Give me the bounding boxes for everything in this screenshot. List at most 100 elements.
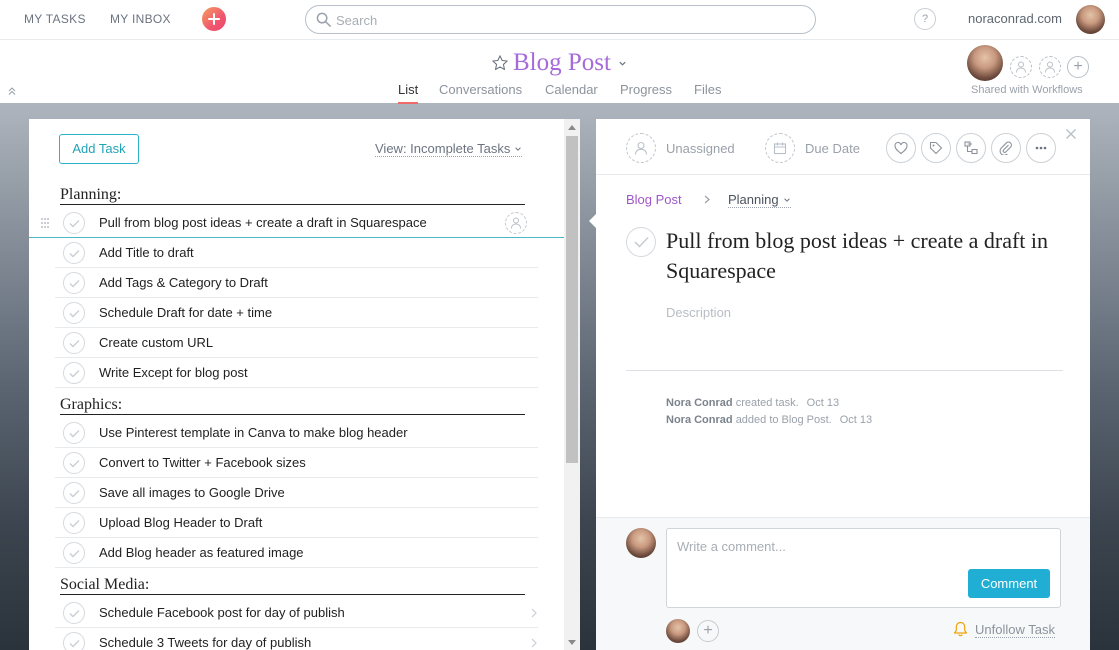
task-name[interactable]: Upload Blog Header to Draft bbox=[99, 515, 262, 530]
task-name[interactable]: Use Pinterest template in Canva to make … bbox=[99, 425, 408, 440]
task-row[interactable]: Save all images to Google Drive bbox=[55, 478, 538, 508]
task-checkbox[interactable] bbox=[63, 482, 85, 504]
unfollow-task-link[interactable]: Unfollow Task bbox=[975, 622, 1055, 638]
task-checkbox[interactable] bbox=[63, 362, 85, 384]
comment-button[interactable]: Comment bbox=[968, 569, 1050, 598]
assignee-avatar-placeholder[interactable] bbox=[626, 133, 656, 163]
quick-add-button[interactable] bbox=[202, 7, 226, 31]
breadcrumb-project[interactable]: Blog Post bbox=[626, 192, 682, 207]
add-task-button[interactable]: Add Task bbox=[59, 134, 139, 164]
tab-calendar[interactable]: Calendar bbox=[545, 82, 598, 97]
task-row[interactable]: Convert to Twitter + Facebook sizes bbox=[55, 448, 538, 478]
task-row[interactable]: Create custom URL bbox=[55, 328, 538, 358]
section-header[interactable]: Graphics: bbox=[60, 396, 525, 415]
task-list-panel: Add Task View: Incomplete Tasks Planning… bbox=[29, 119, 564, 650]
task-checkbox[interactable] bbox=[63, 602, 85, 624]
task-name[interactable]: Create custom URL bbox=[99, 335, 213, 350]
task-name[interactable]: Add Blog header as featured image bbox=[99, 545, 304, 560]
my-tasks-link[interactable]: MY TASKS bbox=[24, 12, 86, 26]
complete-task-checkbox[interactable] bbox=[626, 227, 656, 257]
project-title[interactable]: Blog Post bbox=[513, 49, 611, 77]
task-title[interactable]: Pull from blog post ideas + create a dra… bbox=[666, 226, 1066, 286]
scroll-thumb[interactable] bbox=[566, 136, 578, 463]
task-checkbox[interactable] bbox=[63, 542, 85, 564]
task-list-scrollbar[interactable] bbox=[564, 119, 580, 650]
search-icon bbox=[316, 12, 331, 27]
search-bar[interactable] bbox=[305, 5, 816, 34]
task-row[interactable]: Use Pinterest template in Canva to make … bbox=[55, 418, 538, 448]
section-header[interactable]: Social Media: bbox=[60, 576, 525, 595]
add-follower-button[interactable]: + bbox=[697, 620, 719, 642]
task-row[interactable]: Add Blog header as featured image bbox=[55, 538, 538, 568]
section-header[interactable]: Planning: bbox=[60, 186, 525, 205]
task-checkbox[interactable] bbox=[63, 242, 85, 264]
follower-avatar[interactable] bbox=[666, 619, 690, 643]
help-button[interactable]: ? bbox=[914, 8, 936, 30]
tab-conversations[interactable]: Conversations bbox=[439, 82, 522, 97]
tab-list[interactable]: List bbox=[398, 82, 419, 104]
empty-member-slot[interactable] bbox=[1039, 56, 1061, 78]
task-name[interactable]: Schedule 3 Tweets for day of publish bbox=[99, 635, 311, 650]
close-icon[interactable] bbox=[1065, 128, 1077, 140]
like-button[interactable] bbox=[886, 133, 916, 163]
task-name[interactable]: Convert to Twitter + Facebook sizes bbox=[99, 455, 306, 470]
drag-handle-icon[interactable] bbox=[39, 217, 51, 229]
task-row[interactable]: Pull from blog post ideas + create a dra… bbox=[29, 208, 564, 238]
comment-input[interactable] bbox=[677, 539, 957, 559]
task-checkbox[interactable] bbox=[63, 272, 85, 294]
assignee-field[interactable]: Unassigned bbox=[666, 141, 735, 156]
task-name[interactable]: Pull from blog post ideas + create a dra… bbox=[99, 215, 427, 230]
task-checkbox[interactable] bbox=[63, 512, 85, 534]
task-row[interactable]: Schedule 3 Tweets for day of publish bbox=[55, 628, 538, 650]
task-name[interactable]: Add Title to draft bbox=[99, 245, 194, 260]
chevron-down-icon[interactable] bbox=[618, 59, 627, 68]
scroll-down-arrow[interactable] bbox=[568, 640, 576, 645]
task-row[interactable]: Schedule Facebook post for day of publis… bbox=[55, 598, 538, 628]
due-date-placeholder[interactable] bbox=[765, 133, 795, 163]
task-name[interactable]: Schedule Draft for date + time bbox=[99, 305, 272, 320]
task-checkbox[interactable] bbox=[63, 452, 85, 474]
search-input[interactable] bbox=[336, 11, 796, 29]
story-date: Oct 13 bbox=[839, 414, 873, 426]
tab-files[interactable]: Files bbox=[694, 82, 721, 97]
story-actor[interactable]: Nora Conrad bbox=[666, 397, 733, 409]
breadcrumb-section-dropdown[interactable]: Planning bbox=[728, 192, 791, 208]
view-filter-dropdown[interactable]: View: Incomplete Tasks bbox=[375, 141, 523, 157]
checkmark-icon bbox=[69, 340, 80, 348]
task-row[interactable]: Schedule Draft for date + time bbox=[55, 298, 538, 328]
attachment-button[interactable] bbox=[991, 133, 1021, 163]
chevron-right-icon[interactable] bbox=[531, 638, 537, 648]
add-member-button[interactable]: + bbox=[1067, 56, 1089, 78]
user-avatar[interactable] bbox=[1076, 5, 1105, 34]
task-name[interactable]: Add Tags & Category to Draft bbox=[99, 275, 268, 290]
task-row[interactable]: Add Tags & Category to Draft bbox=[55, 268, 538, 298]
scroll-up-arrow[interactable] bbox=[568, 125, 576, 130]
story-actor[interactable]: Nora Conrad bbox=[666, 414, 733, 426]
more-actions-button[interactable] bbox=[1026, 133, 1056, 163]
task-name[interactable]: Schedule Facebook post for day of publis… bbox=[99, 605, 345, 620]
task-row[interactable]: Write Except for blog post bbox=[55, 358, 538, 388]
task-checkbox[interactable] bbox=[63, 632, 85, 650]
tab-progress[interactable]: Progress bbox=[620, 82, 672, 97]
task-checkbox[interactable] bbox=[63, 212, 85, 234]
chevron-right-icon[interactable] bbox=[531, 608, 537, 618]
member-avatar[interactable] bbox=[967, 45, 1003, 81]
my-inbox-link[interactable]: MY INBOX bbox=[110, 12, 171, 26]
comment-composer[interactable]: Comment bbox=[666, 528, 1061, 608]
task-name[interactable]: Write Except for blog post bbox=[99, 365, 248, 380]
due-date-field[interactable]: Due Date bbox=[805, 141, 860, 156]
task-checkbox[interactable] bbox=[63, 422, 85, 444]
person-icon bbox=[511, 217, 521, 229]
star-icon[interactable] bbox=[491, 54, 509, 72]
empty-member-slot[interactable] bbox=[1010, 56, 1032, 78]
organization-name[interactable]: noraconrad.com bbox=[968, 11, 1062, 26]
task-name[interactable]: Save all images to Google Drive bbox=[99, 485, 285, 500]
description-field[interactable]: Description bbox=[666, 305, 731, 320]
subtasks-button[interactable] bbox=[956, 133, 986, 163]
task-checkbox[interactable] bbox=[63, 302, 85, 324]
task-checkbox[interactable] bbox=[63, 332, 85, 354]
assignee-button[interactable] bbox=[505, 212, 527, 234]
tags-button[interactable] bbox=[921, 133, 951, 163]
task-row[interactable]: Add Title to draft bbox=[55, 238, 538, 268]
task-row[interactable]: Upload Blog Header to Draft bbox=[55, 508, 538, 538]
